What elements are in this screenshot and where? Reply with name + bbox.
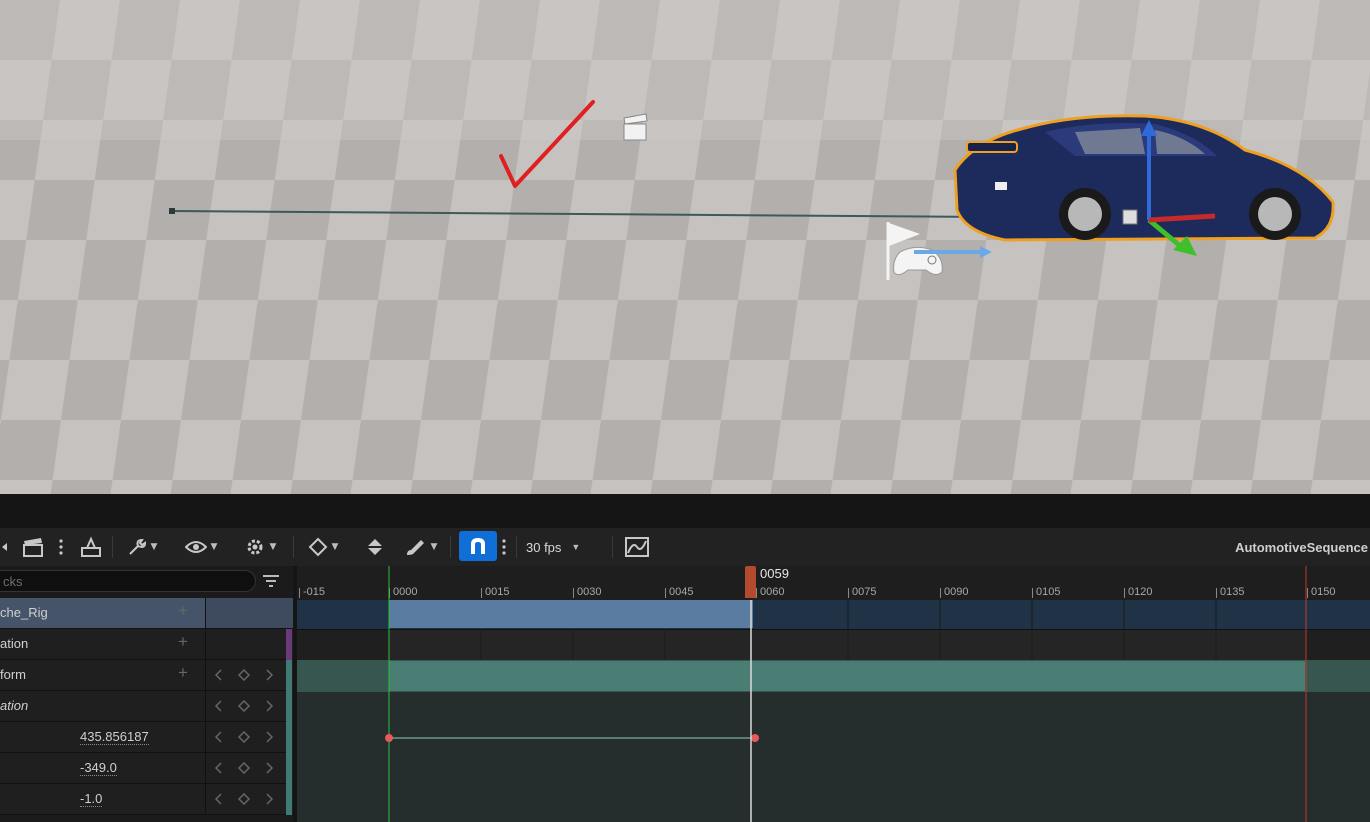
key-navigation-icon[interactable] <box>213 793 275 805</box>
key-navigation-icon[interactable] <box>213 669 275 681</box>
track-row-location[interactable]: ation <box>0 691 293 722</box>
selected-car-actor[interactable] <box>945 110 1345 260</box>
back-arrow-icon[interactable] <box>0 533 10 561</box>
keyframe <box>385 734 393 742</box>
snap-magnet-icon <box>471 538 485 554</box>
track-row-location-y[interactable]: -349.0 <box>0 753 293 784</box>
location-x-value[interactable]: 435.856187 <box>80 729 149 745</box>
sequencer-tab-bar <box>0 494 1370 528</box>
filter-icon[interactable] <box>262 573 280 589</box>
checkmark-icon <box>499 100 595 188</box>
brush-icon[interactable]: ▼ <box>400 533 442 561</box>
wrench-icon[interactable]: ▼ <box>122 533 162 561</box>
snap-options-icon[interactable] <box>498 533 510 561</box>
curve-editor-icon[interactable] <box>623 533 651 561</box>
key-navigation-icon[interactable] <box>213 762 275 774</box>
add-track-button[interactable]: + <box>178 632 188 652</box>
fps-label: 30 fps <box>526 539 562 555</box>
track-row-transform[interactable]: form + <box>0 660 293 691</box>
frame-rate-dropdown[interactable]: 30 fps ▼ <box>526 533 580 561</box>
timeline-overlay <box>385 566 1307 822</box>
key-tangent-icon[interactable] <box>362 533 388 561</box>
eye-icon[interactable]: ▼ <box>180 533 222 561</box>
key-diamond-icon[interactable]: ▼ <box>302 533 344 561</box>
track-row-rig[interactable]: che_Rig + <box>0 598 293 629</box>
sequence-name: AutomotiveSequence <box>1235 539 1368 555</box>
gear-icon[interactable]: ▼ <box>238 533 282 561</box>
playhead-handle[interactable] <box>745 566 756 598</box>
keyframe <box>751 734 759 742</box>
add-track-button[interactable]: + <box>178 601 188 621</box>
track-row-location-z[interactable]: -1.0 <box>0 784 293 815</box>
level-viewport[interactable] <box>0 0 1370 494</box>
add-track-button[interactable]: + <box>178 663 188 683</box>
sequencer-toolbar: ▼ ▼ ▼ ▼ ▼ 30 fps ▼ AutomotiveSequence <box>0 528 1370 567</box>
path-start-point <box>169 208 175 214</box>
key-navigation-icon[interactable] <box>213 700 275 712</box>
location-z-value[interactable]: -1.0 <box>80 791 103 807</box>
key-navigation-icon[interactable] <box>213 731 275 743</box>
clapperboard-icon[interactable] <box>620 112 652 144</box>
clapperboard-icon[interactable] <box>20 533 46 561</box>
snap-toggle-button[interactable] <box>459 531 497 561</box>
location-y-value[interactable]: -349.0 <box>80 760 117 776</box>
track-row-animation[interactable]: ation + <box>0 629 293 660</box>
playhead-frame-label: 0059 <box>760 566 789 581</box>
render-movie-icon[interactable] <box>78 533 104 561</box>
track-search-input[interactable]: cks <box>0 570 256 592</box>
track-row-location-x[interactable]: 435.856187 <box>0 722 293 753</box>
more-icon[interactable] <box>55 533 67 561</box>
